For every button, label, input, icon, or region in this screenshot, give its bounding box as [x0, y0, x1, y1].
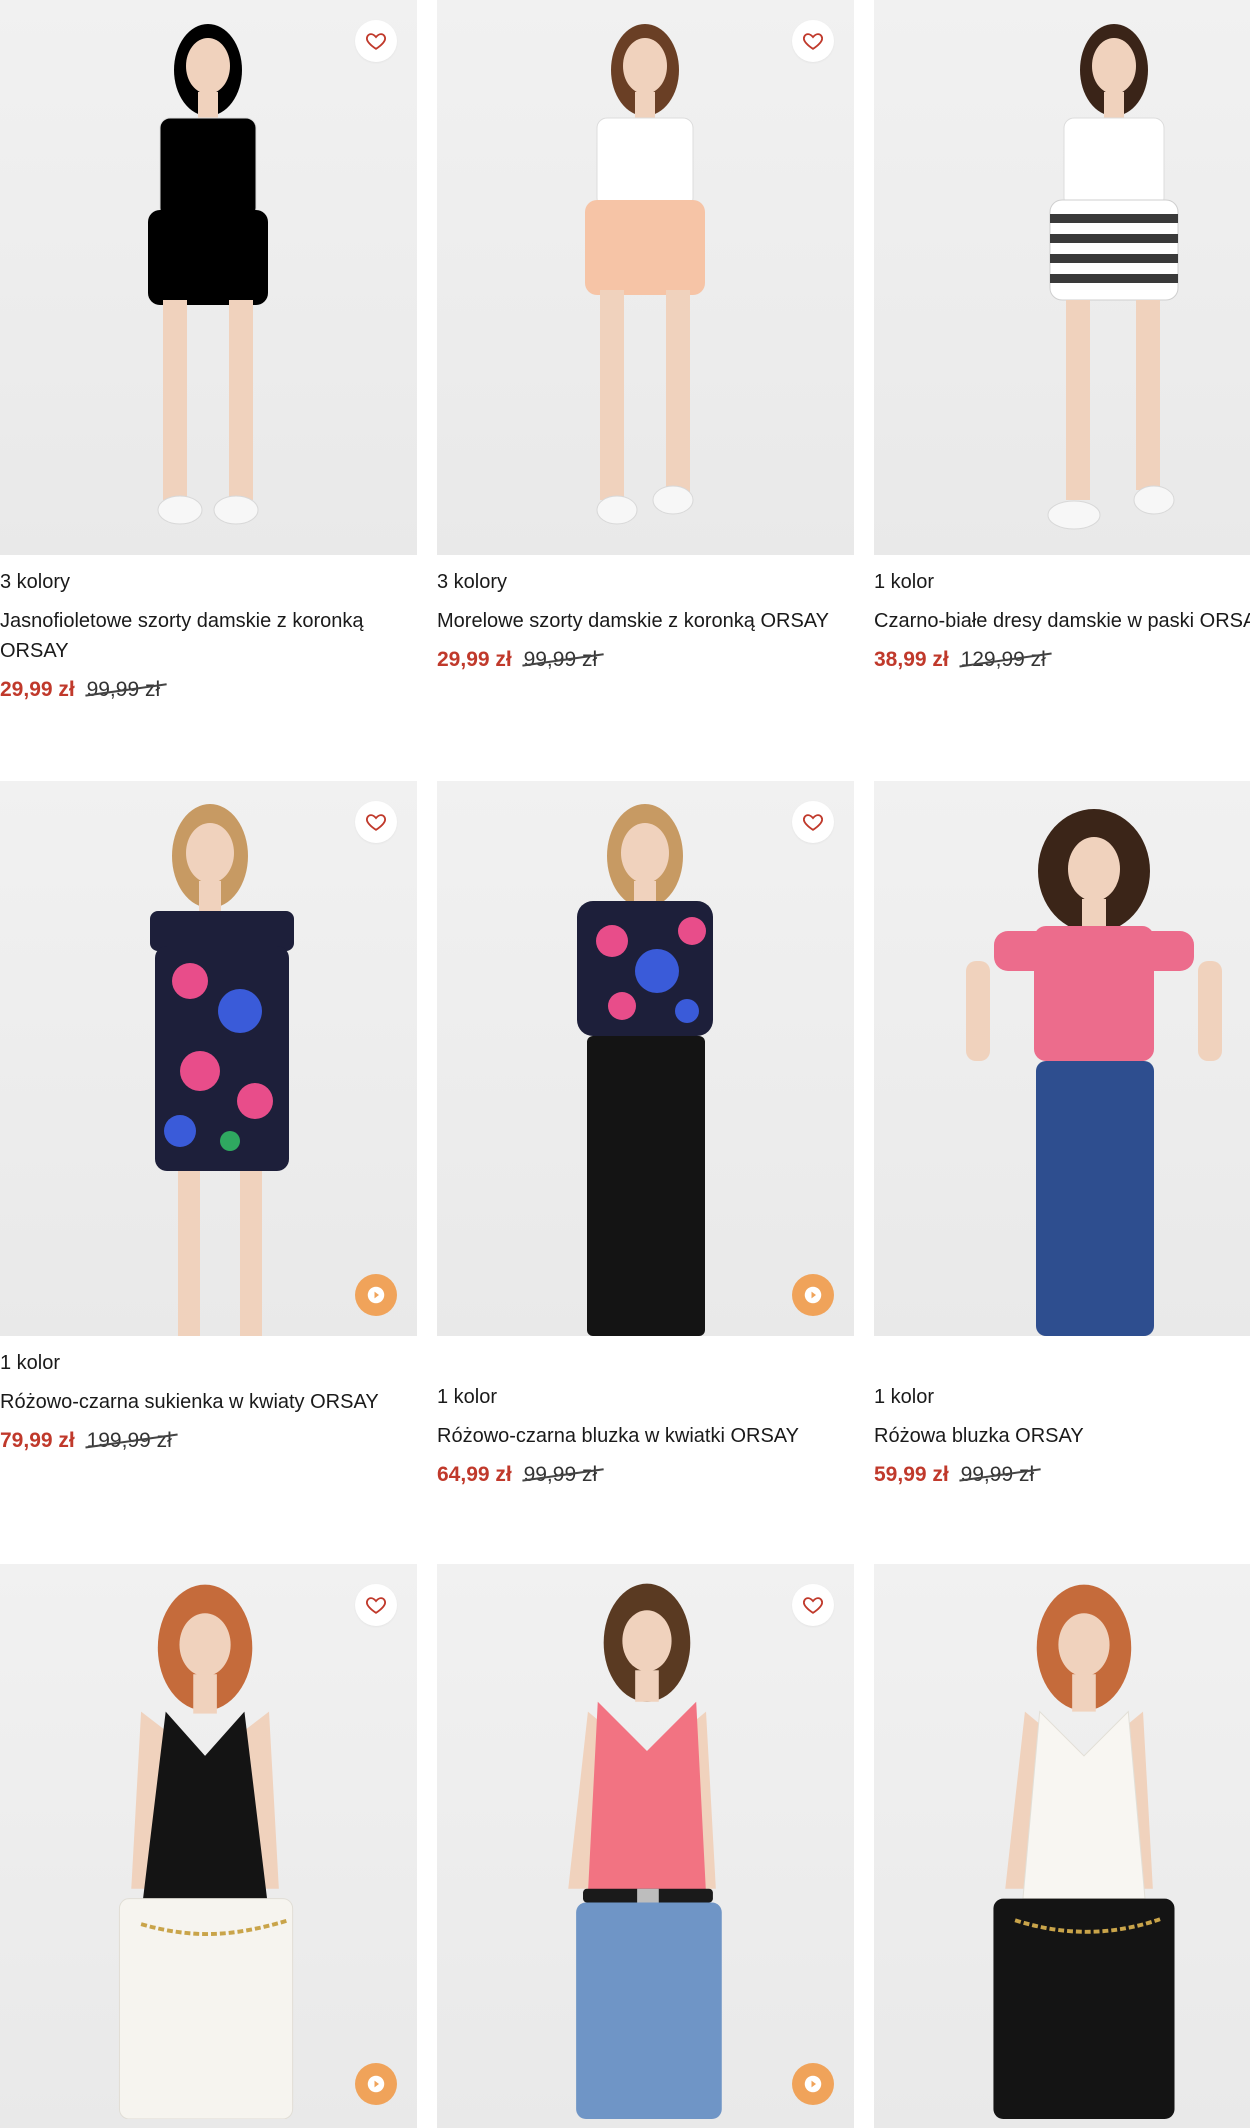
- original-price: 99,99 zł: [524, 646, 598, 674]
- model-figure: [118, 1584, 294, 2119]
- model-figure: [568, 1583, 722, 2119]
- model-figure: [150, 804, 294, 1336]
- product-image[interactable]: [437, 0, 854, 555]
- product-name[interactable]: Różowo-czarna bluzka w kwiatki ORSAY: [437, 1421, 854, 1451]
- color-count: 1 kolor: [874, 1386, 935, 1408]
- favorite-button[interactable]: [792, 1584, 834, 1626]
- sale-price: 79,99 zł: [0, 1429, 75, 1452]
- model-figure: [148, 24, 268, 525]
- heart-icon: [803, 814, 823, 831]
- color-count: 1 kolor: [0, 1352, 61, 1374]
- original-price: 99,99 zł: [87, 676, 161, 704]
- sale-price: 59,99 zł: [874, 1463, 949, 1486]
- original-price: 99,99 zł: [961, 1461, 1035, 1489]
- favorite-button[interactable]: [355, 1584, 397, 1626]
- video-play-button[interactable]: [355, 2063, 397, 2105]
- product-image[interactable]: [0, 781, 417, 1336]
- favorite-button[interactable]: [355, 801, 397, 843]
- product-image[interactable]: [0, 0, 417, 555]
- product-info: 1 kolor Różowa bluzka ORSAY 59,99 zł 99,…: [874, 1381, 1250, 1489]
- product-image[interactable]: [437, 781, 854, 1336]
- favorite-button[interactable]: [355, 20, 397, 62]
- favorite-button[interactable]: [792, 20, 834, 62]
- play-icon: [367, 2075, 385, 2093]
- sale-price: 64,99 zł: [437, 1463, 512, 1486]
- play-icon: [367, 1286, 385, 1304]
- sale-price: 38,99 zł: [874, 648, 949, 671]
- color-count: 1 kolor: [874, 571, 935, 593]
- heart-icon: [366, 1597, 386, 1614]
- price-block: 64,99 zł 99,99 zł: [437, 1461, 854, 1489]
- product-name[interactable]: Różowo-czarna sukienka w kwiaty ORSAY: [0, 1387, 417, 1417]
- product-info: 1 kolor Różowo-czarna bluzka w kwiatki O…: [437, 1381, 854, 1489]
- heart-icon: [803, 1597, 823, 1614]
- play-icon: [804, 2075, 822, 2093]
- color-count: 1 kolor: [437, 1386, 498, 1408]
- original-price: 199,99 zł: [87, 1427, 172, 1455]
- model-figure: [585, 24, 705, 525]
- price-block: 38,99 zł 129,99 zł: [874, 646, 1250, 674]
- product-info: 3 kolory Jasnofioletowe szorty damskie z…: [0, 566, 417, 704]
- model-figure: [1047, 24, 1179, 530]
- product-image[interactable]: [874, 1564, 1250, 2128]
- sale-price: 29,99 zł: [0, 678, 75, 701]
- original-price: 129,99 zł: [961, 646, 1046, 674]
- product-info: 1 kolor Czarno-białe dresy damskie w pas…: [874, 566, 1250, 674]
- product-info: 3 kolory Morelowe szorty damskie z koron…: [437, 566, 854, 674]
- color-count: 3 kolory: [0, 571, 71, 593]
- model-figure: [577, 804, 713, 1336]
- price-block: 79,99 zł 199,99 zł: [0, 1427, 417, 1455]
- product-name[interactable]: Różowa bluzka ORSAY: [874, 1421, 1250, 1451]
- product-name[interactable]: Czarno-białe dresy damskie w paski ORSAY: [874, 606, 1250, 636]
- favorite-button[interactable]: [792, 801, 834, 843]
- heart-icon: [366, 33, 386, 50]
- color-count: 3 kolory: [437, 571, 508, 593]
- price-block: 59,99 zł 99,99 zł: [874, 1461, 1250, 1489]
- sale-price: 29,99 zł: [437, 648, 512, 671]
- product-image[interactable]: [874, 0, 1250, 555]
- heart-icon: [366, 814, 386, 831]
- heart-icon: [803, 33, 823, 50]
- product-image[interactable]: [874, 781, 1250, 1336]
- original-price: 99,99 zł: [524, 1461, 598, 1489]
- price-block: 29,99 zł 99,99 zł: [0, 676, 417, 704]
- product-image[interactable]: [0, 1564, 417, 2128]
- model-figure: [993, 1584, 1175, 2119]
- product-info: 1 kolor Różowo-czarna sukienka w kwiaty …: [0, 1347, 417, 1455]
- video-play-button[interactable]: [792, 2063, 834, 2105]
- price-block: 29,99 zł 99,99 zł: [437, 646, 854, 674]
- video-play-button[interactable]: [355, 1274, 397, 1316]
- model-figure: [966, 809, 1222, 1336]
- product-name[interactable]: Morelowe szorty damskie z koronką ORSAY: [437, 606, 854, 636]
- play-icon: [804, 1286, 822, 1304]
- video-play-button[interactable]: [792, 1274, 834, 1316]
- product-image[interactable]: [437, 1564, 854, 2128]
- product-name[interactable]: Jasnofioletowe szorty damskie z koronką …: [0, 606, 417, 666]
